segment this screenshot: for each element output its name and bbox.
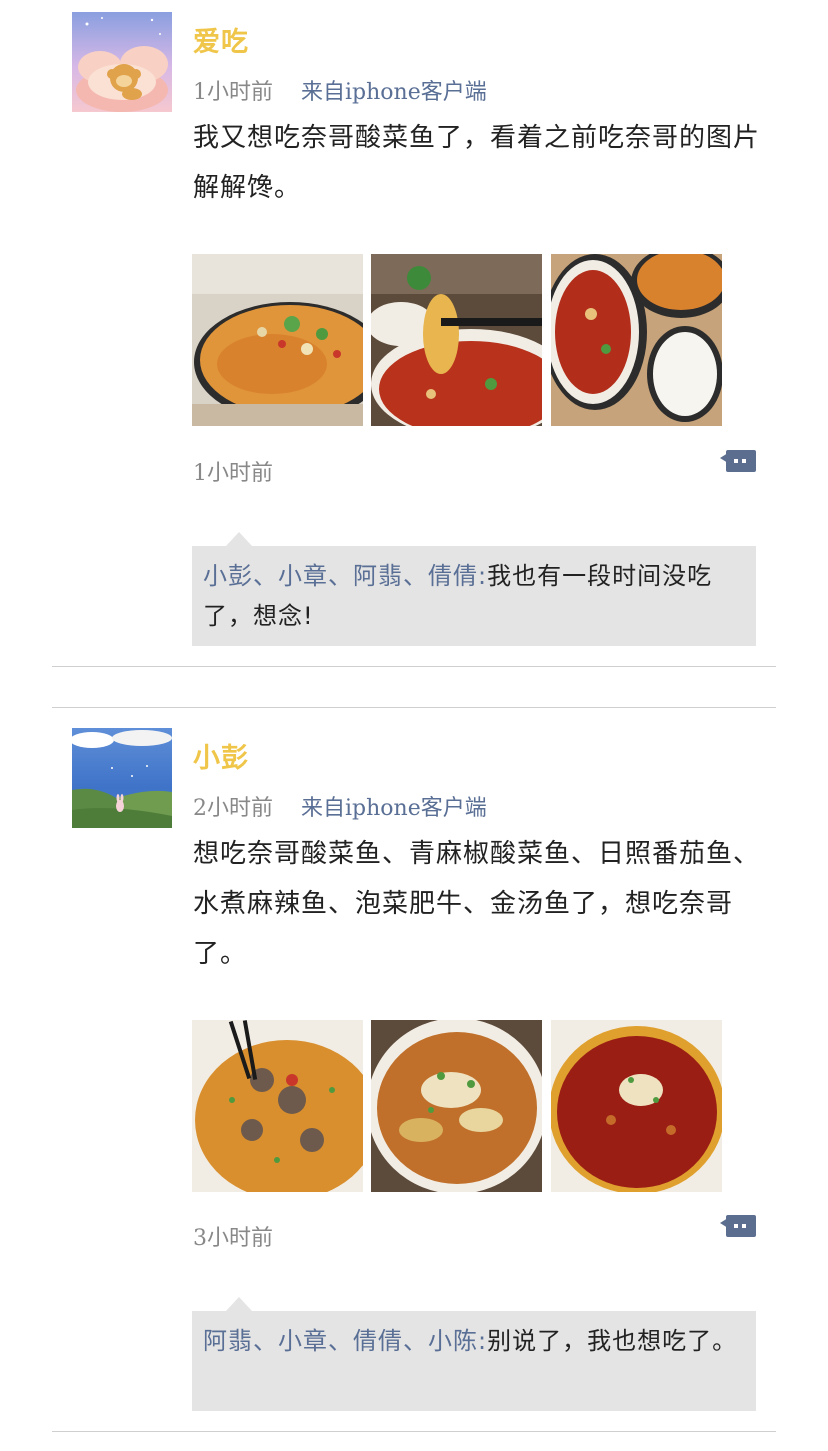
- food-photo[interactable]: [192, 254, 363, 426]
- avatar[interactable]: [72, 12, 172, 112]
- username[interactable]: 小彭: [193, 736, 249, 775]
- post-source[interactable]: 来自iphone客户端: [301, 80, 487, 105]
- post-time: 1小时前: [193, 80, 273, 105]
- comment-authors[interactable]: 阿翡、小章、倩倩、小陈:: [203, 1327, 487, 1355]
- food-photo[interactable]: [371, 1020, 542, 1192]
- comment-text: 别说了，我也想吃了。: [487, 1327, 738, 1355]
- comment-box: 阿翡、小章、倩倩、小陈:别说了，我也想吃了。: [192, 1311, 756, 1411]
- divider: [52, 666, 776, 667]
- comment-bubble-icon: [720, 1215, 756, 1237]
- post-text: 想吃奈哥酸菜鱼、青麻椒酸菜鱼、日照番茄鱼、水煮麻辣鱼、泡菜肥牛、金汤鱼了，想吃奈…: [193, 839, 761, 969]
- food-photo[interactable]: [551, 1020, 722, 1192]
- comment-caret: [226, 1297, 252, 1311]
- divider: [52, 1431, 776, 1432]
- post-timestamp: 1小时前: [193, 461, 273, 486]
- avatar[interactable]: [72, 728, 172, 828]
- comment-authors[interactable]: 小彭、小章、阿翡、倩倩:: [203, 562, 487, 590]
- food-photo[interactable]: [371, 254, 542, 426]
- post-text: 我又想吃奈哥酸菜鱼了，看着之前吃奈哥的图片解解馋。: [193, 123, 761, 203]
- divider: [52, 707, 776, 708]
- comment-box: 小彭、小章、阿翡、倩倩:我也有一段时间没吃了，想念!: [192, 546, 756, 646]
- post-meta: 1小时前 来自iphone客户端: [193, 74, 487, 106]
- comment-bubble-icon: [720, 450, 756, 472]
- food-photo[interactable]: [192, 1020, 363, 1192]
- comment-caret: [226, 532, 252, 546]
- post-meta: 2小时前 来自iphone客户端: [193, 790, 487, 822]
- post-source[interactable]: 来自iphone客户端: [301, 796, 487, 821]
- food-photo[interactable]: [551, 254, 722, 426]
- comment-button[interactable]: [720, 1215, 756, 1237]
- post-timestamp: 3小时前: [193, 1226, 273, 1251]
- username[interactable]: 爱吃: [193, 20, 249, 59]
- post-time: 2小时前: [193, 796, 273, 821]
- comment-button[interactable]: [720, 450, 756, 472]
